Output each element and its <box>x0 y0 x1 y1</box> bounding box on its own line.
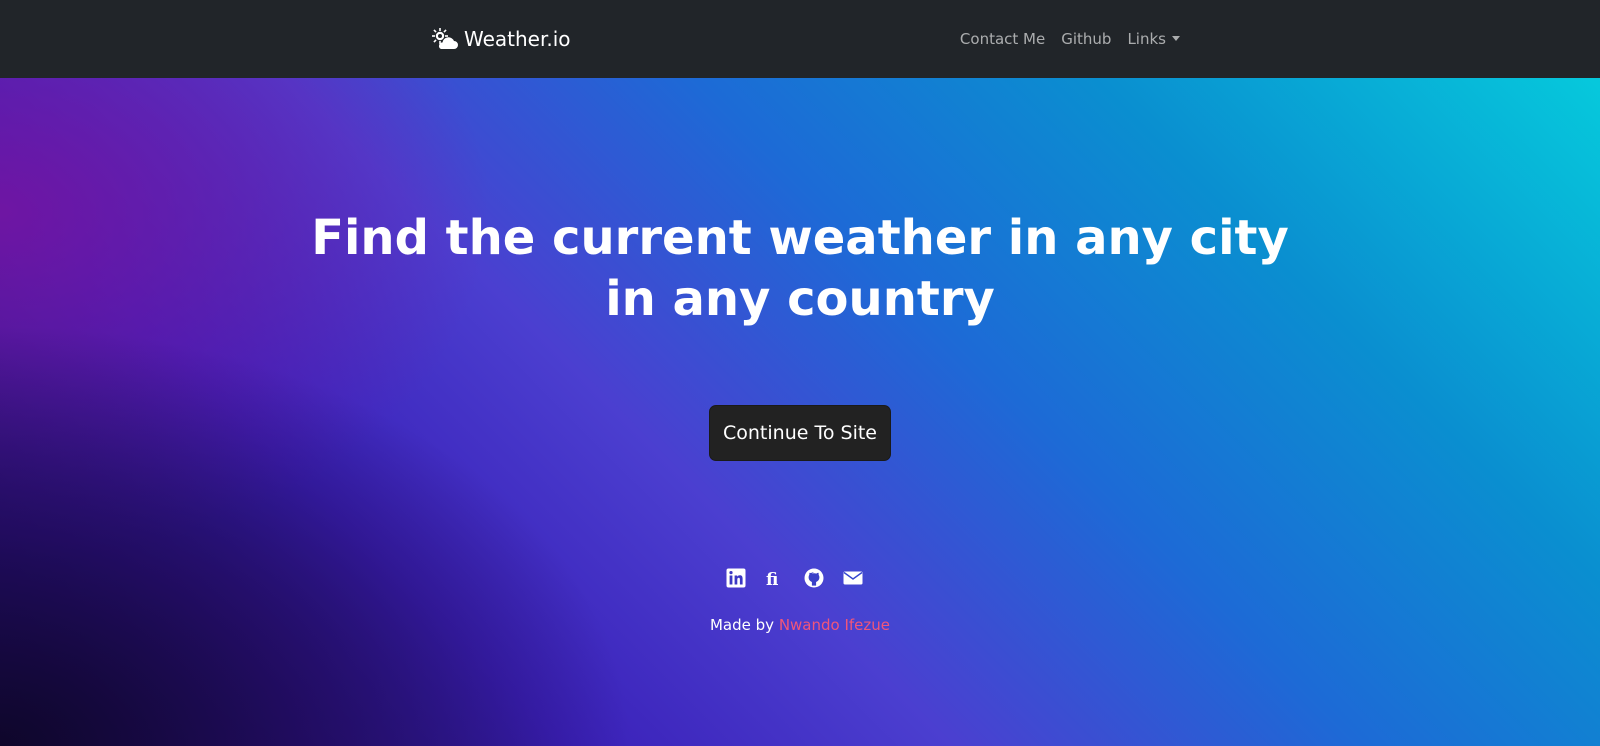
brand-link[interactable]: Weather.io <box>432 22 571 56</box>
nav-link-github[interactable]: Github <box>1061 30 1111 48</box>
nav-dropdown-links[interactable]: Links <box>1127 30 1180 48</box>
nav-dropdown-label: Links <box>1127 30 1166 48</box>
nav-link-contact-me[interactable]: Contact Me <box>960 30 1045 48</box>
author-link[interactable]: Nwando Ifezue <box>779 616 890 634</box>
linkedin-icon[interactable] <box>726 568 746 588</box>
brand-label: Weather.io <box>464 27 571 51</box>
top-navbar: Weather.io Contact Me Github Links <box>0 0 1600 78</box>
nav-links: Contact Me Github Links <box>960 26 1180 52</box>
hero-section: Find the current weather in any city in … <box>0 78 1600 746</box>
envelope-icon[interactable] <box>843 568 863 588</box>
continue-to-site-button[interactable]: Continue To Site <box>709 405 891 461</box>
credit-line: Made by Nwando Ifezue <box>600 616 1000 634</box>
credit-prefix: Made by <box>709 616 775 634</box>
github-icon[interactable] <box>804 568 824 588</box>
svg-text:fi: fi <box>766 570 778 588</box>
cloud-sun-icon <box>432 28 458 49</box>
chevron-down-icon <box>1172 36 1180 41</box>
hero-title: Find the current weather in any city in … <box>311 210 1289 327</box>
social-links: fi <box>726 566 863 590</box>
fi-icon[interactable]: fi <box>765 568 785 588</box>
